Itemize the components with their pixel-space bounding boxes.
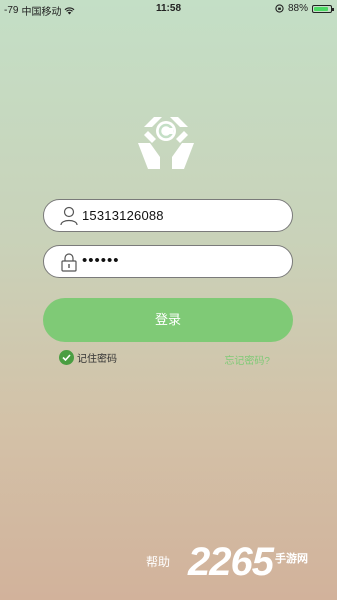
password-value: •••••• [82, 252, 120, 269]
help-link[interactable]: 帮助 [146, 553, 170, 570]
lock-icon [61, 253, 77, 272]
status-bar: -79 中国移动 11:58 88% [0, 0, 337, 18]
status-right: 88% [275, 3, 334, 14]
battery-percent: 88% [287, 3, 308, 14]
remember-password-toggle[interactable]: 记住密码 [59, 350, 117, 365]
battery-fill [314, 6, 329, 11]
phone-value: 15313126088 [82, 208, 164, 223]
phone-input[interactable]: 15313126088 [43, 199, 293, 232]
login-button[interactable]: 登录 [43, 298, 293, 342]
rotation-lock-icon [275, 4, 284, 13]
bank-logo-icon [138, 117, 194, 169]
password-input[interactable]: •••••• [43, 245, 293, 278]
user-icon [60, 206, 78, 226]
watermark-text: 手游网 [274, 553, 308, 565]
checkmark-icon [59, 350, 74, 365]
remember-password-label: 记住密码 [77, 354, 117, 365]
watermark-number: 2265 [188, 540, 274, 584]
battery-icon [312, 4, 334, 13]
site-watermark: 2265 手游网 [188, 540, 308, 584]
forgot-password-link[interactable]: 忘记密码? [224, 352, 270, 367]
